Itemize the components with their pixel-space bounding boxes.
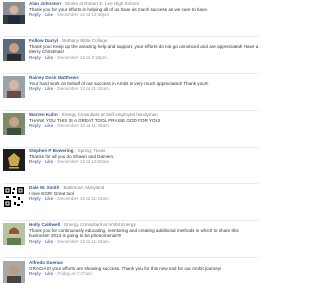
comment-timestamp[interactable]: December 13 at 11:44am — [57, 239, 109, 244]
like-link[interactable]: Like — [45, 159, 53, 164]
reply-link[interactable]: Reply — [29, 271, 41, 276]
avatar[interactable] — [3, 113, 25, 135]
person-photo-icon — [3, 113, 25, 135]
like-link[interactable]: Like — [45, 86, 53, 91]
reply-link[interactable]: Reply — [29, 196, 41, 201]
comment-timestamp[interactable]: December 13 at 12:46pm — [57, 12, 109, 17]
comment-item: Warren Kuhn · Energy Consultant at Self … — [3, 112, 259, 148]
avatar[interactable] — [3, 2, 25, 24]
comment-text: Thank you for continuously educating, me… — [29, 227, 239, 239]
comment-item: Alfredo Duenas GRACIAS! your efforts are… — [3, 260, 259, 296]
comment-author-subtitle: · Bethany Bible College — [58, 38, 108, 43]
reply-link[interactable]: Reply — [29, 55, 41, 60]
avatar[interactable] — [3, 39, 25, 61]
like-link[interactable]: Like — [45, 271, 53, 276]
comment-author[interactable]: Follow Darryl — [29, 38, 58, 43]
reply-link[interactable]: Reply — [29, 12, 41, 17]
comment-timestamp[interactable]: December 13 at 3:15pm — [57, 55, 106, 60]
comment-meta: Reply · Like · Friday at 7:27am — [29, 271, 92, 277]
person-photo-icon — [3, 2, 25, 24]
comment-author-subtitle: · Baltimore, Maryland — [59, 185, 105, 190]
avatar[interactable] — [3, 186, 25, 208]
person-photo-icon — [3, 76, 25, 98]
comment-timestamp[interactable]: December 13 at 11:45am — [57, 123, 109, 128]
comment-meta: Reply · Like · December 13 at 11:24am — [29, 196, 109, 202]
qr-code-icon — [3, 186, 25, 208]
comment-timestamp[interactable]: December 13 at 10:50am — [57, 159, 109, 164]
comment-author-subtitle: · Works at Robert E. Lee High School — [60, 1, 139, 6]
avatar[interactable] — [3, 261, 25, 283]
person-photo-icon — [3, 223, 25, 245]
reply-link[interactable]: Reply — [29, 86, 41, 91]
comment-author-subtitle: · Energy Consultant at Ambit Energy — [60, 222, 136, 227]
comment-meta: Reply · Like · December 13 at 11:44am — [29, 238, 109, 244]
comment-author[interactable]: Warren Kuhn — [29, 112, 58, 117]
comment-timestamp[interactable]: December 13 at 11:24am — [57, 196, 109, 201]
comment-item: Stephen P Bowering · Spring, Texas Thank… — [3, 148, 259, 184]
avatar[interactable] — [3, 149, 25, 171]
comment-meta: Reply · Like · December 13 at 11:42am — [29, 86, 109, 92]
comment-author[interactable]: Holly Caldwell — [29, 222, 60, 227]
like-link[interactable]: Like — [45, 196, 53, 201]
comment-meta: Reply · Like · December 13 at 11:45am — [29, 123, 109, 129]
like-link[interactable]: Like — [45, 239, 53, 244]
comment-author[interactable]: Rainey Dock Matthews — [29, 75, 79, 80]
comment-timestamp[interactable]: Friday at 7:27am — [57, 271, 91, 276]
comment-author[interactable]: Alan Johnston — [29, 1, 61, 6]
avatar[interactable] — [3, 223, 25, 245]
comment-timestamp[interactable]: December 13 at 11:42am — [57, 86, 109, 91]
avatar[interactable] — [3, 76, 25, 98]
comment-author[interactable]: Stephen P Bowering — [29, 148, 74, 153]
comment-item: Holly Caldwell · Energy Consultant at Am… — [3, 222, 259, 258]
reply-link[interactable]: Reply — [29, 239, 41, 244]
comment-text: Thank you! Keep up the amazing help and … — [29, 43, 259, 55]
person-photo-icon — [3, 39, 25, 61]
comment-item: Dale W. Smith · Baltimore, Maryland I lo… — [3, 185, 259, 221]
like-link[interactable]: Like — [45, 12, 53, 17]
comment-author-subtitle: · Energy Consultant at Self employed han… — [57, 112, 158, 117]
dark-logo-icon — [3, 149, 25, 171]
comment-meta: Reply · Like · December 13 at 3:15pm — [29, 54, 107, 60]
comment-feed: Alan Johnston · Works at Robert E. Lee H… — [0, 0, 262, 300]
reply-link[interactable]: Reply — [29, 159, 41, 164]
comment-author-subtitle: · Spring, Texas — [73, 148, 106, 153]
like-link[interactable]: Like — [45, 123, 53, 128]
person-photo-icon — [3, 261, 25, 283]
reply-link[interactable]: Reply — [29, 123, 41, 128]
comment-author[interactable]: Dale W. Smith — [29, 185, 59, 190]
comment-item: Alan Johnston · Works at Robert E. Lee H… — [3, 1, 259, 37]
like-link[interactable]: Like — [45, 55, 53, 60]
comment-meta: Reply · Like · December 13 at 12:46pm — [29, 12, 110, 18]
comment-meta: Reply · Like · December 13 at 10:50am — [29, 159, 110, 165]
comment-item: Follow Darryl · Bethany Bible College Th… — [3, 38, 259, 74]
comment-item: Rainey Dock Matthews Your hard work on b… — [3, 75, 259, 111]
comment-author[interactable]: Alfredo Duenas — [29, 260, 63, 265]
